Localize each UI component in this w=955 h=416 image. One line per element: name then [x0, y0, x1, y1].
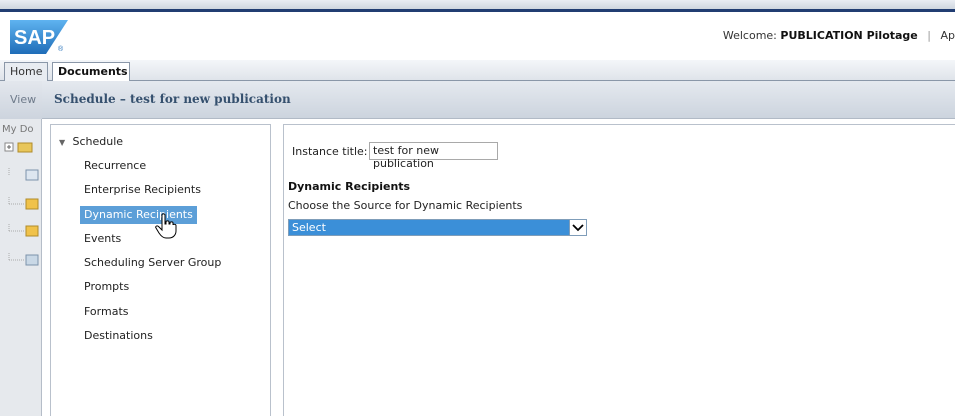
folder-icon[interactable] — [4, 140, 40, 154]
left-drawer: View My Do — [0, 81, 42, 416]
welcome-text: Welcome: PUBLICATION Pilotage | Ap — [723, 29, 955, 42]
dynamic-recipients-panel: Instance title: test for new publication… — [283, 124, 955, 416]
app-header: SAP ® Welcome: PUBLICATION Pilotage | Ap — [0, 12, 955, 60]
nav-item-enterprise-recipients[interactable]: Enterprise Recipients — [80, 181, 205, 199]
tab-home[interactable]: Home — [4, 62, 48, 81]
header-link-truncated[interactable]: Ap — [940, 29, 955, 42]
svg-text:SAP: SAP — [14, 27, 55, 49]
instance-title-label: Instance title: — [292, 145, 368, 158]
welcome-label: Welcome: — [722, 29, 777, 42]
expand-arrow-icon[interactable]: ▼ — [59, 138, 69, 147]
nav-item-prompts[interactable]: Prompts — [80, 278, 133, 296]
tab-documents[interactable]: Documents — [52, 62, 130, 81]
dropdown-arrow-button[interactable] — [569, 220, 586, 235]
header-separator: | — [927, 29, 931, 42]
nav-root-schedule[interactable]: ▼ Schedule — [59, 135, 123, 148]
folder-icon[interactable] — [4, 224, 40, 238]
nav-item-scheduling-server-group[interactable]: Scheduling Server Group — [80, 254, 225, 272]
top-rule — [0, 0, 955, 12]
sap-logo: SAP ® — [10, 20, 68, 54]
dropdown-arrow-icon — [572, 224, 584, 232]
my-documents-label: My Do — [2, 124, 34, 135]
view-button[interactable]: View — [0, 81, 42, 119]
nav-item-recurrence[interactable]: Recurrence — [80, 157, 150, 175]
svg-text:®: ® — [58, 45, 64, 53]
source-label: Choose the Source for Dynamic Recipients — [288, 199, 523, 212]
document-icon[interactable] — [4, 168, 40, 182]
nav-item-destinations[interactable]: Destinations — [80, 327, 157, 345]
schedule-nav-panel: ▼ Schedule Recurrence Enterprise Recipie… — [50, 124, 271, 416]
instance-title-field[interactable]: test for new publication — [369, 142, 498, 170]
section-heading: Dynamic Recipients — [288, 180, 411, 193]
nav-root-label: Schedule — [72, 135, 124, 148]
source-select[interactable]: Select — [288, 219, 587, 236]
source-select-value: Select — [292, 221, 326, 234]
folder-icon[interactable] — [4, 197, 40, 211]
nav-item-formats[interactable]: Formats — [80, 303, 133, 321]
hand-cursor-icon — [155, 213, 177, 239]
dialog-title: Schedule – test for new publication — [42, 81, 955, 119]
nav-item-dynamic-recipients[interactable]: Dynamic Recipients — [80, 206, 197, 224]
tab-bar: Home Documents — [0, 60, 955, 81]
document-icon[interactable] — [4, 253, 40, 267]
nav-item-events[interactable]: Events — [80, 230, 125, 248]
user-name: PUBLICATION Pilotage — [780, 29, 918, 42]
